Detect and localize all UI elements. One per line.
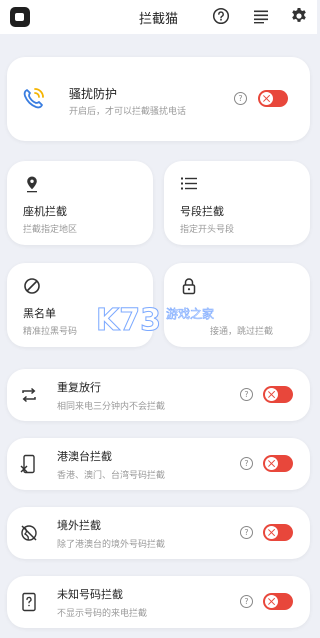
- row-subtitle: 香港、澳门、台湾号码拦截: [57, 471, 166, 481]
- card-title: 黑名单: [23, 307, 56, 320]
- list-icon: [181, 177, 197, 190]
- app-header: 拦截猫: [0, 0, 317, 34]
- card-subtitle: 拦截指定地区: [23, 225, 78, 235]
- block-icon: [24, 278, 40, 294]
- whitelist-card[interactable]: 接通，跳过拦截: [164, 263, 310, 347]
- row-subtitle: 不显示号码的来电拦截: [57, 609, 148, 619]
- row-title: 港澳台拦截: [57, 450, 112, 463]
- help-icon[interactable]: ?: [234, 92, 247, 105]
- hk-mo-tw-block-toggle[interactable]: [263, 455, 293, 472]
- card-subtitle: 精准拉黑号码: [23, 327, 78, 337]
- close-icon: [265, 595, 278, 608]
- close-icon: [260, 92, 273, 105]
- close-icon: [265, 388, 278, 401]
- hk-mo-tw-block-row[interactable]: 港澳台拦截 香港、澳门、台湾号码拦截 ?: [7, 438, 310, 490]
- blacklist-card[interactable]: 黑名单 精准拉黑号码: [7, 263, 153, 347]
- unknown-phone-icon: [22, 592, 36, 612]
- harassment-protection-toggle[interactable]: [258, 90, 288, 107]
- row-title: 重复放行: [57, 381, 101, 394]
- repeat-allow-toggle[interactable]: [263, 386, 293, 403]
- card-title: 号段拦截: [180, 205, 224, 218]
- repeat-allow-row[interactable]: 重复放行 相同来电三分钟内不会拦截 ?: [7, 369, 310, 421]
- card-subtitle: 指定开头号段: [180, 225, 235, 235]
- help-icon[interactable]: ?: [240, 457, 253, 470]
- card-subtitle: 开启后，才可以拦截骚扰电话: [69, 107, 187, 117]
- overseas-block-row[interactable]: 境外拦截 除了港澳台的境外号码拦截 ?: [7, 507, 310, 559]
- help-icon[interactable]: ?: [240, 388, 253, 401]
- number-prefix-block-card[interactable]: 号段拦截 指定开头号段: [164, 161, 310, 245]
- close-icon: [265, 457, 278, 470]
- card-title: 座机拦截: [23, 205, 67, 218]
- close-icon: [265, 526, 278, 539]
- overseas-block-toggle[interactable]: [263, 524, 293, 541]
- row-title: 境外拦截: [57, 519, 101, 532]
- gear-icon[interactable]: [290, 7, 308, 25]
- harassment-protection-card[interactable]: 骚扰防护 开启后，才可以拦截骚扰电话 ?: [7, 57, 310, 141]
- card-title: 骚扰防护: [69, 87, 118, 101]
- repeat-icon: [22, 387, 36, 403]
- help-icon[interactable]: ?: [240, 595, 253, 608]
- phone-cancel-icon: [20, 454, 35, 474]
- row-subtitle: 除了港澳台的境外号码拦截: [57, 540, 166, 550]
- phone-signal-icon: [23, 88, 44, 109]
- location-pin-icon: [27, 176, 37, 193]
- unknown-number-block-toggle[interactable]: [263, 593, 293, 610]
- row-title: 未知号码拦截: [57, 588, 123, 601]
- row-subtitle: 相同来电三分钟内不会拦截: [57, 402, 166, 412]
- unknown-number-block-row[interactable]: 未知号码拦截 不显示号码的来电拦截 ?: [7, 576, 310, 628]
- globe-blocked-icon: [21, 525, 37, 541]
- lock-icon: [182, 278, 196, 295]
- landline-block-card[interactable]: 座机拦截 拦截指定地区: [7, 161, 153, 245]
- help-icon[interactable]: ?: [240, 526, 253, 539]
- list-menu-icon[interactable]: [252, 7, 270, 25]
- help-icon[interactable]: [212, 7, 230, 25]
- card-subtitle: 接通，跳过拦截: [210, 327, 274, 337]
